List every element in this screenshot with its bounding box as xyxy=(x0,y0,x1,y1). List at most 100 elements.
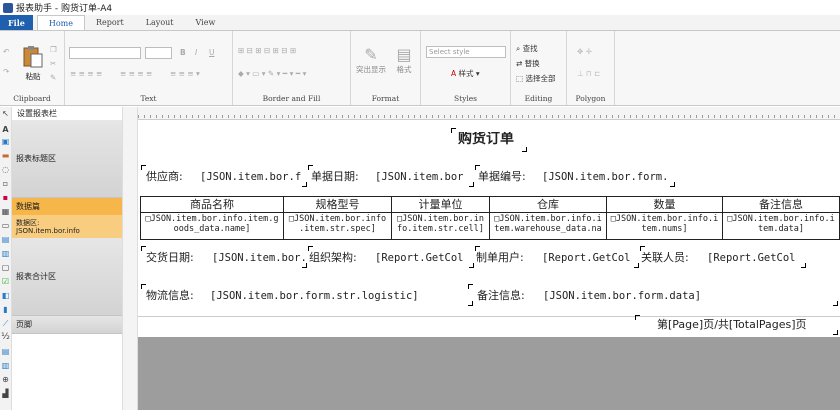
font-color-icon[interactable]: ≡ ≡ ≡ ▾ xyxy=(170,69,200,78)
band-summary[interactable]: 报表合计区 xyxy=(12,238,122,316)
col-header-remark: 备注信息 xyxy=(723,197,840,212)
supplier-value: [JSON.item.bor.f xyxy=(200,171,302,183)
logistic-label: 物流信息: xyxy=(146,289,194,302)
checkbox-tool-icon[interactable]: ☑ xyxy=(1,277,10,286)
clipboard-label: Clipboard xyxy=(13,94,51,103)
maker-label: 制单用户: xyxy=(476,251,524,264)
pointer-tool-icon[interactable]: ↖ xyxy=(1,109,10,118)
logistic-field[interactable]: 物流信息: [JSON.item.bor.form.str.logistic] xyxy=(141,284,473,306)
band-footer[interactable]: 页脚 xyxy=(12,316,122,334)
band-data-area-label: 数据区: xyxy=(16,218,40,227)
map-tool-icon[interactable]: ▟ xyxy=(1,389,10,398)
paste-button[interactable]: 粘贴 xyxy=(20,45,46,82)
clipboard-group: ↶ ↷ 粘贴 ❐ ✂ ✎ Clipboard xyxy=(0,31,65,105)
delivery-date-field[interactable]: 交货日期: [JSON.item.bor. xyxy=(141,246,307,268)
image-tool-icon[interactable]: ▣ xyxy=(1,137,10,146)
select-all-button[interactable]: ⬚ 选择全部 xyxy=(516,73,555,84)
shape-tool-icon[interactable]: ◌ xyxy=(1,165,10,174)
detail-table[interactable]: 商品名称 规格型号 计量单位 仓库 数量 备注信息 □JSON.item.bor… xyxy=(140,196,840,240)
organization-label: 组织架构: xyxy=(309,251,357,264)
text-tool-icon[interactable]: A xyxy=(1,125,10,134)
web-tool-icon[interactable]: ⊕ xyxy=(1,375,10,384)
page-info-tool-icon[interactable]: ▢ xyxy=(1,263,10,272)
tab-report[interactable]: Report xyxy=(85,15,135,30)
band-settings-header[interactable]: 设置报表栏 xyxy=(12,107,122,120)
order-number-label: 单据编号: xyxy=(478,170,526,183)
table-cell-spec[interactable]: □JSON.item.bor.info .item.str.spec] xyxy=(284,213,392,240)
delivery-date-value: [JSON.item.bor. xyxy=(212,252,306,264)
page-number-field[interactable]: 第[Page]页/共[TotalPages]页 xyxy=(635,315,838,335)
tab-home[interactable]: Home xyxy=(36,15,85,30)
styles-group: Select style A 样式 ▾ Styles xyxy=(421,31,511,105)
note-value: [JSON.item.bor.form.data] xyxy=(543,290,702,302)
replace-button[interactable]: ⇄ 替换 xyxy=(516,58,540,69)
border-fill-label: Border and Fill xyxy=(262,94,321,103)
format-group-label: Format xyxy=(371,94,400,103)
polygon-edit-icon[interactable]: ⊥ ⊓ ⊏ xyxy=(577,69,600,78)
numbering-tool-icon[interactable]: ½ xyxy=(1,333,10,342)
tab-view[interactable]: View xyxy=(185,15,227,30)
organization-field[interactable]: 组织架构: [Report.GetCol xyxy=(308,246,474,268)
barcode-tool-icon[interactable]: ▬ xyxy=(1,151,10,160)
find-button[interactable]: ⌕ 查找 xyxy=(516,43,538,54)
undo-icon[interactable]: ↶ xyxy=(3,47,9,56)
select-all-label: 选择全部 xyxy=(525,74,556,83)
redo-icon[interactable]: ↷ xyxy=(3,67,9,76)
highlight-icon: ✎ xyxy=(364,45,378,64)
note-field[interactable]: 备注信息: [JSON.item.bor.form.data] xyxy=(468,284,838,306)
underline-button[interactable]: U xyxy=(209,48,215,57)
contact-field[interactable]: 关联人员: [Report.GetCol xyxy=(640,246,806,268)
supplier-field[interactable]: 供应商: [JSON.item.bor.f xyxy=(141,165,307,187)
report-title: 购货订单 xyxy=(458,132,514,146)
font-size-select[interactable] xyxy=(145,47,172,59)
cut-icon[interactable]: ✂ xyxy=(50,59,56,68)
highlight-label: 突出显示 xyxy=(356,65,386,74)
tab-layout[interactable]: Layout xyxy=(135,15,185,30)
contact-value: [Report.GetCol xyxy=(707,252,796,264)
fill-color-icon[interactable]: ◆ ▾ ▭ ▾ ✎ ▾ ━ ▾ ━ ▾ xyxy=(238,69,306,78)
italic-button[interactable]: I xyxy=(195,48,197,57)
align-center-icon[interactable]: ≡ ≡ ≡ ≡ xyxy=(120,69,152,78)
order-number-field[interactable]: 单据编号: [JSON.item.bor.form. xyxy=(475,165,675,187)
sparkline-tool-icon[interactable]: ⟋ xyxy=(1,319,10,328)
report-title-box[interactable]: 购货订单 xyxy=(451,128,527,152)
pivot-tool-icon[interactable]: ▥ xyxy=(1,361,10,370)
table-cell-quantity[interactable]: □JSON.item.bor.info.i tem.nums] xyxy=(607,213,723,240)
gauge-tool-icon[interactable]: ◧ xyxy=(1,291,10,300)
title-bar: 报表助手 - 购货订单-A4 xyxy=(0,0,840,15)
band-report-title[interactable]: 报表标题区 xyxy=(12,120,122,198)
table-cell-product[interactable]: □JSON.item.bor.info.item.g oods_data.nam… xyxy=(140,213,284,240)
report-page[interactable]: 购货订单 供应商: [JSON.item.bor.f 单据日期: [JSON.i… xyxy=(138,120,840,337)
format-button[interactable]: ▤ 格式 xyxy=(391,45,417,75)
polygon-move-icon[interactable]: ✥ ✛ xyxy=(577,47,592,56)
band-footer-label: 页脚 xyxy=(16,320,32,329)
font-family-select[interactable] xyxy=(69,47,141,59)
band-panel: 设置报表栏 报表标题区 数据篇 数据区: JSON.item.bor.info … xyxy=(12,107,122,410)
order-date-field[interactable]: 单据日期: [JSON.item.bor xyxy=(308,165,474,187)
band-data-area[interactable]: 数据区: JSON.item.bor.info xyxy=(12,215,122,238)
align-left-icon[interactable]: ≡ ≡ ≡ ≡ xyxy=(70,69,102,78)
panel-tool-icon[interactable]: ▭ xyxy=(1,221,10,230)
line-tool-icon[interactable]: ▫ xyxy=(1,179,10,188)
replace-label: 替换 xyxy=(524,59,540,68)
table-tool-icon[interactable]: ▦ xyxy=(1,207,10,216)
bold-button[interactable]: B xyxy=(180,48,186,57)
maker-field[interactable]: 制单用户: [Report.GetCol xyxy=(475,246,639,268)
zip-tool-icon[interactable]: ▥ xyxy=(1,249,10,258)
subreport-tool-icon[interactable]: ▤ xyxy=(1,235,10,244)
border-icon[interactable]: ⊞ ⊟ ⊞ ⊟ ⊞ ⊟ ⊞ xyxy=(238,46,296,55)
document-tool-icon[interactable]: ▤ xyxy=(1,347,10,356)
format-painter-icon[interactable]: ✎ xyxy=(50,73,56,82)
style-button[interactable]: A 样式 ▾ xyxy=(451,68,480,79)
band-detail[interactable]: 数据篇 xyxy=(12,198,122,215)
style-select[interactable]: Select style xyxy=(426,46,506,58)
file-menu[interactable]: File xyxy=(0,15,33,30)
table-cell-warehouse[interactable]: □JSON.item.bor.info.i tem.warehouse_data… xyxy=(490,213,607,240)
styles-label: Styles xyxy=(453,94,478,103)
copy-icon[interactable]: ❐ xyxy=(50,45,57,54)
table-cell-remark[interactable]: □JSON.item.bor.info.i tem.data] xyxy=(723,213,840,240)
chart-tool-icon[interactable]: ▮ xyxy=(1,305,10,314)
highlight-button[interactable]: ✎ 突出显示 xyxy=(355,45,387,75)
table-cell-unit[interactable]: □JSON.item.bor.in fo.item.str.cell] xyxy=(392,213,490,240)
richtext-tool-icon[interactable]: ▪ xyxy=(1,193,10,202)
